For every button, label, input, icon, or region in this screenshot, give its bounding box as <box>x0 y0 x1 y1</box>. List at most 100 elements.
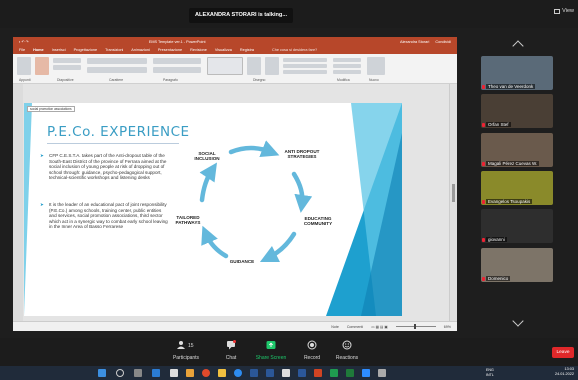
quick-access-icon[interactable]: ▪ ↶ ↷ <box>19 39 29 44</box>
notes-button[interactable]: Note <box>331 325 339 329</box>
app-icon[interactable] <box>152 369 160 377</box>
slide-canvas[interactable]: social promotion associations P.E.Co. EX… <box>24 103 402 316</box>
participant-tile[interactable]: Orfan Stef <box>481 94 553 128</box>
ribbon-tab[interactable]: Transizioni <box>105 48 123 52</box>
zoom-slider[interactable] <box>395 324 436 329</box>
app-icon[interactable] <box>346 369 354 377</box>
share-document-button[interactable]: Condividi <box>435 40 451 44</box>
record-button[interactable]: Record <box>298 340 326 361</box>
ribbon-tab[interactable]: Home <box>33 48 44 52</box>
file-explorer-icon[interactable] <box>218 369 226 377</box>
cycle-label-anti-dropout: ANTI DROPOUT STRATEGIES <box>284 149 320 160</box>
cycle-label-educating-community: EDUCATING COMMUNITY <box>303 216 333 227</box>
scroll-down-chevron-icon[interactable] <box>512 315 524 327</box>
paste-button[interactable] <box>17 57 31 75</box>
bullet-text: It is the leader of an educational pact … <box>49 202 168 230</box>
language-code: ENG <box>486 368 494 372</box>
bullet-arrow-icon: ➤ <box>40 153 44 158</box>
tell-me-search[interactable]: Che cosa si desidera fare? <box>272 48 317 52</box>
select-button[interactable] <box>333 70 361 74</box>
font-format-bar[interactable] <box>87 67 147 73</box>
system-clock[interactable]: 13:03 24.01.2022 <box>555 367 574 377</box>
ribbon-tab[interactable]: Inserisci <box>52 48 66 52</box>
slide-tag: social promotion associations <box>27 106 75 112</box>
group-label-drawing: Disegno <box>253 78 266 82</box>
word-icon[interactable] <box>298 369 306 377</box>
search-icon[interactable] <box>116 369 124 377</box>
participant-name: Evangelos Tsoupakis <box>486 199 533 204</box>
outlook-icon[interactable] <box>250 369 258 377</box>
shape-outline-button[interactable] <box>283 64 327 68</box>
view-button[interactable]: View <box>554 8 574 14</box>
meeting-controls: 15 Participants Chat Share Screen Record… <box>0 338 578 366</box>
scroll-thumb[interactable] <box>452 184 455 202</box>
title-underline <box>47 143 179 144</box>
start-icon[interactable] <box>98 369 106 377</box>
word-icon[interactable] <box>266 369 274 377</box>
ribbon-tab[interactable]: Registra <box>240 48 254 52</box>
cycle-arrow-4 <box>201 225 229 259</box>
edge-icon[interactable] <box>234 369 242 377</box>
comments-button[interactable]: Commenti <box>347 325 363 329</box>
cycle-label-social-inclusion: SOCIAL INCLUSION <box>194 151 220 162</box>
muted-mic-icon <box>482 85 485 89</box>
vertical-scrollbar[interactable] <box>449 84 457 324</box>
scroll-up-chevron-icon[interactable] <box>512 40 524 52</box>
reactions-label: Reactions <box>335 355 359 361</box>
ribbon-tab[interactable]: Revisione <box>190 48 207 52</box>
participant-name: Magali Pérez Cuevas W. <box>486 161 540 166</box>
excel-icon[interactable] <box>330 369 338 377</box>
slide-thumbnail-strip[interactable] <box>13 84 23 324</box>
cycle-arrow-5 <box>199 162 217 203</box>
replace-button[interactable] <box>333 64 361 68</box>
participants-button[interactable]: 15 Participants <box>166 340 206 361</box>
reset-button[interactable] <box>53 65 81 70</box>
view-buttons[interactable]: ▭ ▦ ▤ ▣ <box>371 325 388 329</box>
app-icon[interactable] <box>378 369 386 377</box>
find-button[interactable] <box>333 58 361 62</box>
share-screen-label: Share Screen <box>255 355 287 361</box>
leave-button[interactable]: Leave <box>552 347 574 358</box>
share-screen-button[interactable]: Share Screen <box>252 340 290 361</box>
participant-gallery: Theo van de Veerdonk Orfan Stef Magali P… <box>476 37 561 333</box>
app-icon[interactable] <box>186 369 194 377</box>
chrome-icon[interactable] <box>202 369 210 377</box>
shapes-gallery[interactable] <box>207 57 243 75</box>
participants-count: 15 <box>188 343 194 349</box>
font-selector[interactable] <box>87 58 147 64</box>
participant-tile[interactable]: giovanni <box>481 209 553 243</box>
ribbon-tab[interactable]: Visualizza <box>215 48 232 52</box>
language-indicator[interactable]: ENG INTL <box>486 368 494 377</box>
group-label-new: Nuovo <box>369 78 379 82</box>
group-label-font: Carattere <box>109 78 124 82</box>
participant-tile[interactable]: Theo van de Veerdonk <box>481 56 553 90</box>
chat-button[interactable]: Chat <box>218 340 244 361</box>
new-slide-button[interactable] <box>35 57 49 75</box>
zoom-level[interactable]: 69% <box>444 325 451 329</box>
muted-mic-icon <box>482 162 485 166</box>
paragraph-bar-1[interactable] <box>153 58 201 64</box>
ribbon-tab[interactable]: Presentazione <box>158 48 182 52</box>
ribbon-tab[interactable]: File <box>19 48 25 52</box>
layout-button[interactable] <box>53 58 81 63</box>
shape-fill-button[interactable] <box>283 58 327 62</box>
reactions-button[interactable]: Reactions <box>332 340 362 361</box>
arrange-button[interactable] <box>247 57 261 75</box>
bullet-text: CFP C.E.S.T.A. takes part of the Anti-dr… <box>49 153 167 181</box>
ribbon-tab[interactable]: Progettazione <box>74 48 97 52</box>
powerpoint-icon[interactable] <box>314 369 322 377</box>
ribbon-tab[interactable]: Animazioni <box>131 48 150 52</box>
app-icon[interactable] <box>170 369 178 377</box>
participant-tile[interactable]: Evangelos Tsoupakis <box>481 171 553 205</box>
app-icon[interactable] <box>282 369 290 377</box>
zoom-icon[interactable] <box>362 369 370 377</box>
participant-tile[interactable]: Magali Pérez Cuevas W. <box>481 133 553 167</box>
reference-button[interactable] <box>367 57 385 75</box>
paragraph-bar-2[interactable] <box>153 67 201 73</box>
quick-styles-button[interactable] <box>265 57 279 75</box>
cycle-label-tailored-pathways: TAILORED PATHWAYS <box>175 215 201 226</box>
participant-tile[interactable]: Domenico <box>481 248 553 282</box>
shape-effects-button[interactable] <box>283 70 327 74</box>
task-view-icon[interactable] <box>134 369 142 377</box>
bullet-item: ➤ It is the leader of an educational pac… <box>40 202 169 230</box>
